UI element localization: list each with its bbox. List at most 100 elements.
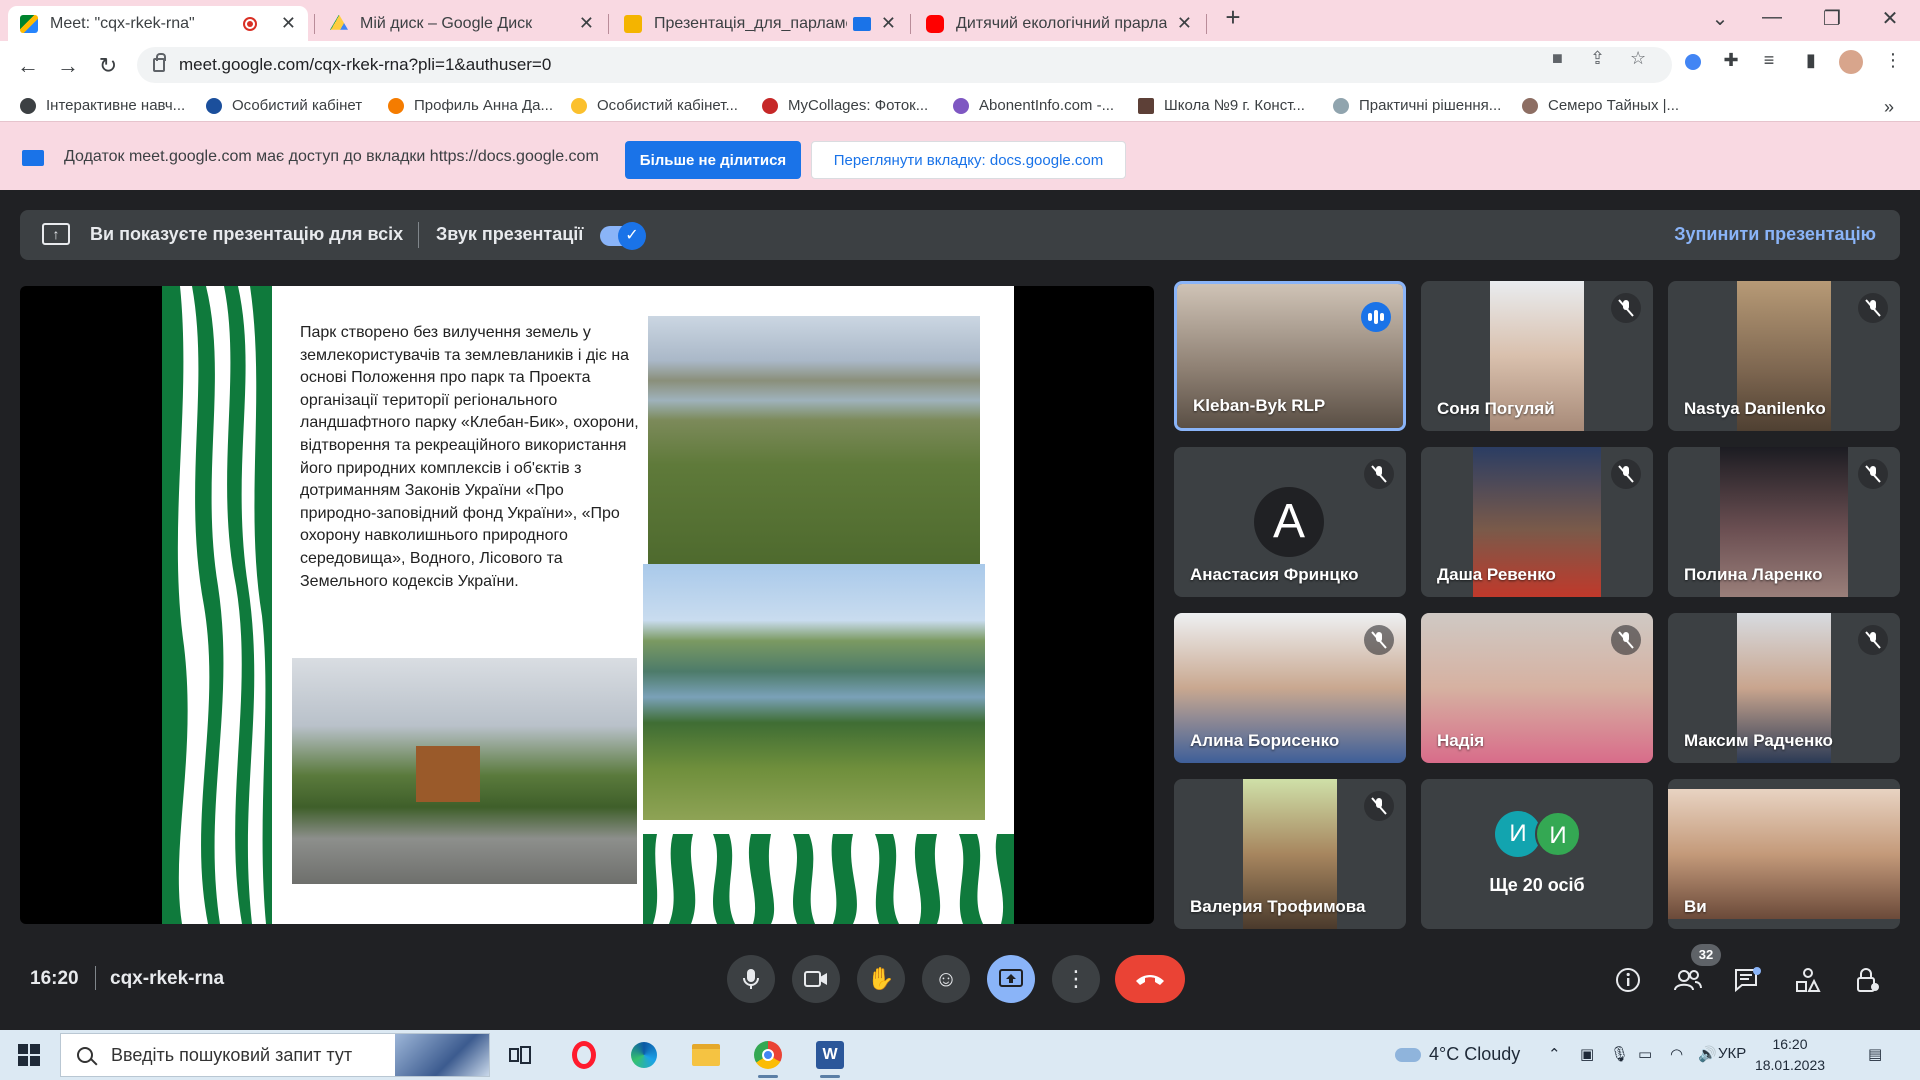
bookmark-label: Особистий кабінет... [597, 97, 738, 114]
tab-title: Презентація_для_парламен [654, 14, 847, 32]
battery-icon[interactable]: ▭ [1638, 1045, 1652, 1063]
extension-circle-icon[interactable] [1680, 50, 1706, 76]
more-options-button[interactable]: ⋮ [1052, 955, 1100, 1003]
chrome-icon[interactable] [750, 1038, 786, 1078]
close-tab-icon[interactable]: ✕ [881, 13, 896, 34]
weather-widget[interactable]: 4°C Cloudy [1395, 1044, 1520, 1065]
present-now-button[interactable] [987, 955, 1035, 1003]
lock-icon[interactable] [153, 53, 166, 72]
bookmark-item[interactable]: MyCollages: Фоток... [762, 97, 928, 114]
bookmark-star-icon[interactable]: ☆ [1630, 48, 1646, 69]
stop-sharing-button[interactable]: Більше не ділитися [625, 141, 801, 179]
participant-tile[interactable]: Даша Ревенко [1421, 447, 1653, 597]
system-clock[interactable]: 16:20 18.01.2023 [1750, 1034, 1830, 1076]
participant-tile[interactable]: Валерия Трофимова [1174, 779, 1406, 929]
close-tab-icon[interactable]: ✕ [1177, 13, 1192, 34]
tab-meet[interactable]: Meet: "cqx-rkek-rna" ✕ [8, 6, 308, 41]
input-language[interactable]: УКР [1718, 1045, 1746, 1062]
new-tab-button[interactable]: + [1213, 2, 1253, 33]
bookmark-item[interactable]: Практичні рішення... [1333, 97, 1501, 114]
participant-tile[interactable]: Nastya Danilenko [1668, 281, 1900, 431]
chevron-up-icon[interactable]: ⌃ [1548, 1045, 1561, 1063]
school-icon [1138, 97, 1154, 114]
microphone-tray-icon[interactable]: 🎙 [1610, 1045, 1629, 1063]
minimize-icon[interactable]: — [1752, 6, 1792, 29]
task-view-icon[interactable] [502, 1038, 538, 1072]
bookmark-label: AbonentInfo.com -... [979, 97, 1115, 114]
bookmark-item[interactable]: Семеро Тайных |... [1522, 97, 1679, 114]
presentation-sound-toggle[interactable]: ✓ [600, 222, 646, 250]
mic-off-icon [1611, 625, 1641, 655]
bookmark-label: Школа №9 г. Конст... [1164, 97, 1305, 114]
participant-tile[interactable]: Соня Погуляй [1421, 281, 1653, 431]
word-icon[interactable]: W [812, 1038, 848, 1078]
volume-icon[interactable]: 🔊 [1698, 1045, 1717, 1063]
raise-hand-button[interactable]: ✋ [857, 955, 905, 1003]
edge-icon[interactable] [626, 1038, 662, 1072]
bookmark-label: Інтерактивне навч... [46, 97, 186, 114]
participant-tile[interactable]: Kleban-Byk RLP [1174, 281, 1406, 431]
bookmark-item[interactable]: AbonentInfo.com -... [953, 97, 1114, 114]
tab-google-drive[interactable]: Мій диск – Google Диск ✕ [318, 6, 606, 41]
share-icon[interactable]: ⇪ [1590, 48, 1605, 69]
stop-presenting-button[interactable]: Зупинити презентацію [1674, 224, 1876, 245]
close-tab-icon[interactable]: ✕ [579, 13, 594, 34]
bookmark-item[interactable]: Профиль Анна Да... [388, 97, 553, 114]
extensions-puzzle-icon[interactable]: ✚ [1718, 50, 1744, 76]
side-panel-icon[interactable]: ▮ [1798, 50, 1824, 76]
tab-youtube[interactable]: Дитячий екологічний прарламе ✕ [914, 6, 1204, 41]
participant-tile[interactable]: Алина Борисенко [1174, 613, 1406, 763]
chat-icon[interactable] [1732, 964, 1764, 996]
screen-share-icon [22, 150, 44, 166]
more-bookmarks-icon[interactable]: » [1884, 97, 1894, 118]
camera-in-use-icon[interactable]: ■ [1552, 48, 1563, 69]
wifi-icon[interactable]: ◠ [1670, 1045, 1683, 1063]
taskbar-search-box[interactable]: Введіть пошуковий запит тут [60, 1033, 490, 1077]
slide-body-text: Парк створено без вилучення земель у зем… [300, 324, 639, 590]
tab-separator [910, 14, 911, 34]
camera-button[interactable] [792, 955, 840, 1003]
participant-tile[interactable]: A Анастасия Фринцко [1174, 447, 1406, 597]
windows-start-icon[interactable] [18, 1044, 40, 1066]
mic-off-icon [1364, 459, 1394, 489]
forward-icon[interactable]: → [54, 53, 82, 79]
view-tab-button[interactable]: Переглянути вкладку: docs.google.com [811, 141, 1126, 179]
bookmark-item[interactable]: Школа №9 г. Конст... [1138, 97, 1305, 114]
address-bar[interactable]: meet.google.com/cqx-rkek-rna?pli=1&authu… [137, 47, 1672, 83]
microphone-button[interactable] [727, 955, 775, 1003]
tab-presentation[interactable]: Презентація_для_парламен ✕ [612, 6, 908, 41]
close-window-icon[interactable]: ✕ [1870, 6, 1910, 31]
opera-icon[interactable] [566, 1038, 602, 1072]
close-tab-icon[interactable]: ✕ [281, 13, 296, 34]
browser-toolbar: ← → ↻ meet.google.com/cqx-rkek-rna?pli=1… [0, 41, 1920, 91]
self-tile[interactable]: Ви [1668, 779, 1900, 929]
profile-avatar[interactable] [1838, 50, 1864, 76]
file-explorer-icon[interactable] [688, 1038, 724, 1072]
menu-kebab-icon[interactable]: ⋮ [1880, 50, 1906, 76]
participant-tile[interactable]: Максим Радченко [1668, 613, 1900, 763]
bookmark-item[interactable]: Інтерактивне навч... [20, 97, 185, 114]
mic-off-icon [1364, 791, 1394, 821]
reactions-button[interactable]: ☺ [922, 955, 970, 1003]
participant-tile[interactable]: Полина Ларенко [1668, 447, 1900, 597]
bookmark-label: Особистий кабінет [232, 97, 363, 114]
media-control-icon[interactable]: ≡ [1756, 50, 1782, 76]
tab-search-icon[interactable]: ⌄ [1700, 6, 1740, 31]
notifications-icon[interactable]: ▤ [1868, 1045, 1882, 1063]
activities-icon[interactable] [1792, 964, 1824, 996]
participant-tile[interactable]: Надія [1421, 613, 1653, 763]
bookmark-item[interactable]: Особистий кабінет... [571, 97, 738, 114]
back-icon[interactable]: ← [14, 53, 42, 79]
bookmark-item[interactable]: Особистий кабінет [206, 97, 362, 114]
mic-off-icon [1611, 459, 1641, 489]
reload-icon[interactable]: ↻ [94, 53, 122, 79]
restore-icon[interactable]: ❐ [1812, 6, 1852, 31]
meeting-details-icon[interactable] [1612, 964, 1644, 996]
wooden-hut [416, 746, 480, 802]
people-icon[interactable] [1672, 964, 1704, 996]
host-controls-icon[interactable] [1852, 964, 1884, 996]
weather-text: 4°C Cloudy [1429, 1044, 1521, 1064]
leave-call-button[interactable] [1115, 955, 1185, 1003]
more-participants-tile[interactable]: И И Ще 20 осіб [1421, 779, 1653, 929]
network-adapter-icon[interactable]: ▣ [1580, 1045, 1594, 1063]
